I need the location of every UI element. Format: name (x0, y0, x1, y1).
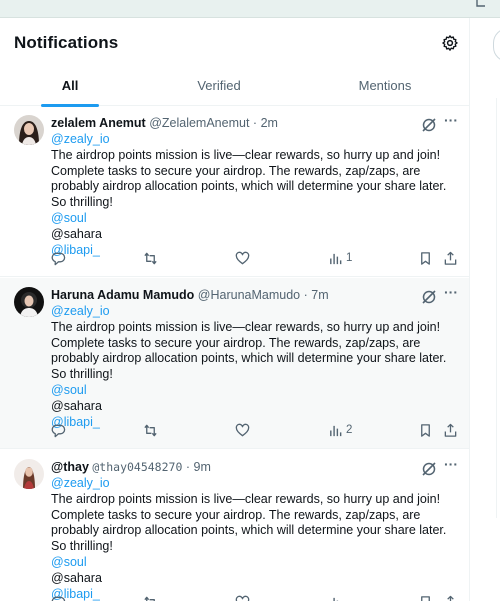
separator-dot: · (303, 288, 308, 302)
views-button[interactable] (328, 594, 368, 601)
author-handle[interactable]: @ZelalemAnemut (149, 116, 249, 130)
post-text: The airdrop points mission is live—clear… (51, 491, 447, 554)
post-body: @zealy_io The airdrop points mission is … (51, 132, 461, 258)
mention-link[interactable]: @zealy_io (51, 132, 461, 148)
post-body: @zealy_io The airdrop points mission is … (51, 476, 461, 601)
gear-icon[interactable] (441, 34, 459, 52)
views-icon (330, 253, 342, 265)
like-icon (235, 595, 250, 601)
share-icon (444, 423, 457, 437)
grok-icon[interactable] (421, 461, 437, 477)
post-actions (0, 594, 469, 601)
reply-icon (51, 424, 66, 438)
share-button[interactable] (443, 422, 461, 440)
separator-dot: · (252, 116, 258, 130)
post-header: zelalem Anemut @ZelalemAnemut · 2m (51, 116, 278, 130)
post-time[interactable]: 2m (261, 116, 278, 130)
mention-plain: @sahara (51, 570, 102, 585)
views-icon (330, 425, 342, 437)
like-button[interactable] (235, 422, 255, 440)
mention-plain: @sahara (51, 226, 102, 241)
bookmark-icon (421, 596, 430, 601)
post-text: The airdrop points mission is live—clear… (51, 147, 447, 210)
bookmark-icon (421, 424, 430, 437)
tab-all[interactable]: All (30, 68, 110, 107)
post-actions: 2 (0, 422, 469, 440)
like-icon (235, 251, 250, 265)
post-time[interactable]: 9m (194, 460, 211, 474)
more-icon[interactable]: ··· (443, 457, 459, 475)
views-button[interactable]: 2 (328, 422, 368, 440)
tab-label: Mentions (358, 78, 412, 93)
post-header: @thay @thay04548270 · 9m (51, 460, 211, 474)
repost-icon (144, 252, 157, 265)
sidebar-divider (496, 98, 497, 518)
post-text: The airdrop points mission is live—clear… (51, 319, 447, 382)
views-count: 2 (346, 424, 353, 436)
author-name[interactable]: Haruna Adamu Mamudo (51, 288, 194, 302)
author-handle[interactable]: @thay04548270 (92, 460, 182, 474)
repost-button[interactable] (143, 422, 163, 440)
notifications-column: Notifications All Verified Mentions zela… (0, 18, 470, 601)
notification-tabs: All Verified Mentions (0, 68, 469, 107)
browser-top-strip (0, 0, 500, 18)
sidebar-search-pill[interactable] (493, 28, 500, 62)
tab-mentions[interactable]: Mentions (330, 68, 440, 106)
author-name[interactable]: @thay (51, 460, 89, 474)
author-name[interactable]: zelalem Anemut (51, 116, 146, 130)
tab-label: All (61, 78, 79, 93)
repost-icon (144, 424, 157, 437)
bookmark-button[interactable] (418, 422, 436, 440)
more-icon[interactable]: ··· (443, 113, 459, 131)
repost-icon (144, 596, 155, 601)
bookmark-icon (421, 252, 430, 265)
notification-post[interactable]: @thay @thay04548270 · 9m ··· @zealy_io T… (0, 450, 469, 601)
page-title: Notifications (14, 33, 119, 52)
window-control-icon[interactable] (474, 0, 488, 10)
share-icon (444, 251, 457, 265)
author-handle[interactable]: @HarunaMamudo (198, 288, 300, 302)
avatar[interactable] (14, 287, 44, 317)
mention-plain: @sahara (51, 398, 102, 413)
like-button[interactable] (235, 250, 255, 268)
more-icon[interactable]: ··· (443, 285, 459, 303)
mention-link[interactable]: @zealy_io (51, 476, 461, 492)
notification-post[interactable]: Haruna Adamu Mamudo @HarunaMamudo · 7m ·… (0, 278, 469, 449)
like-button[interactable] (235, 594, 255, 601)
like-icon (235, 423, 250, 437)
reply-icon (51, 596, 66, 601)
post-header: Haruna Adamu Mamudo @HarunaMamudo · 7m (51, 288, 329, 302)
post-actions: 1 (0, 250, 469, 268)
mention-link[interactable]: @soul (51, 383, 461, 399)
avatar[interactable] (14, 115, 44, 145)
tab-label: Verified (197, 78, 241, 93)
views-icon (333, 597, 339, 601)
repost-button[interactable] (143, 250, 163, 268)
post-body: @zealy_io The airdrop points mission is … (51, 304, 461, 430)
separator-dot: · (185, 460, 191, 474)
reply-icon (51, 252, 66, 266)
repost-button[interactable] (143, 594, 163, 601)
mention-link[interactable]: @soul (51, 555, 461, 571)
share-button[interactable] (443, 594, 461, 601)
share-button[interactable] (443, 250, 461, 268)
mention-link[interactable]: @soul (51, 211, 461, 227)
reply-button[interactable] (51, 250, 71, 268)
bookmark-button[interactable] (418, 250, 436, 268)
avatar[interactable] (14, 459, 44, 489)
reply-button[interactable] (51, 594, 71, 601)
reply-button[interactable] (51, 422, 71, 440)
right-sidebar-edge (471, 18, 500, 601)
views-button[interactable]: 1 (328, 250, 368, 268)
views-count: 1 (346, 252, 353, 264)
tab-verified[interactable]: Verified (160, 68, 278, 106)
grok-icon[interactable] (421, 289, 437, 305)
mention-link[interactable]: @zealy_io (51, 304, 461, 320)
post-time[interactable]: 7m (311, 288, 328, 302)
share-icon (447, 595, 454, 601)
notifications-header: Notifications (0, 18, 469, 68)
notification-post[interactable]: zelalem Anemut @ZelalemAnemut · 2m ··· @… (0, 106, 469, 277)
grok-icon[interactable] (421, 117, 437, 133)
bookmark-button[interactable] (418, 594, 436, 601)
